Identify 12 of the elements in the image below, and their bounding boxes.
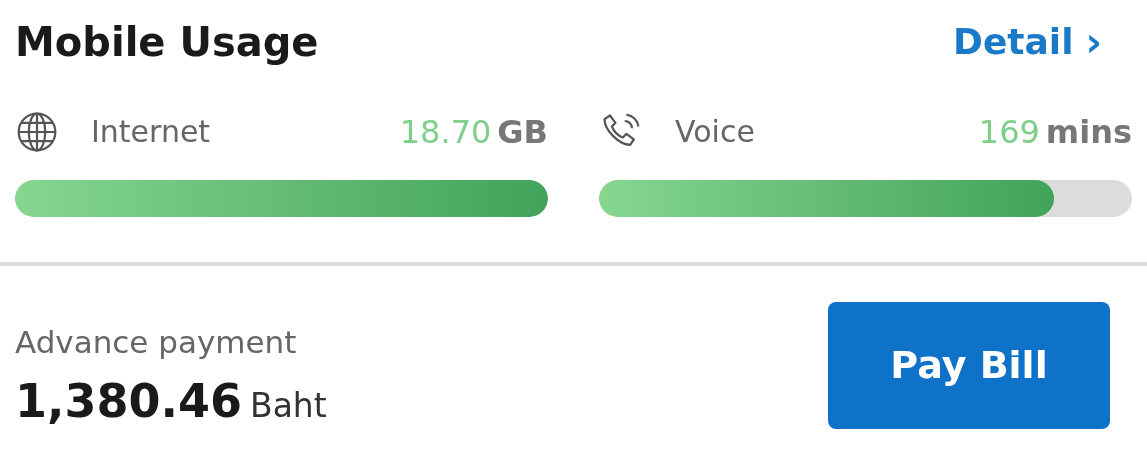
usage-unit: mins <box>1045 116 1132 148</box>
usage-unit: GB <box>497 116 548 148</box>
pay-bill-button[interactable]: Pay Bill <box>828 302 1110 429</box>
meter-label: Internet <box>91 117 211 147</box>
usage-amount: 169 <box>978 116 1040 148</box>
globe-icon <box>15 110 59 154</box>
usage-amount: 18.70 <box>399 116 492 148</box>
detail-link[interactable]: Detail › <box>953 22 1102 62</box>
meter-label: Voice <box>675 117 755 147</box>
currency-label: Baht <box>250 389 327 422</box>
payment-amount: 1,380.46 <box>15 378 242 424</box>
payment-label: Advance payment <box>15 327 298 358</box>
